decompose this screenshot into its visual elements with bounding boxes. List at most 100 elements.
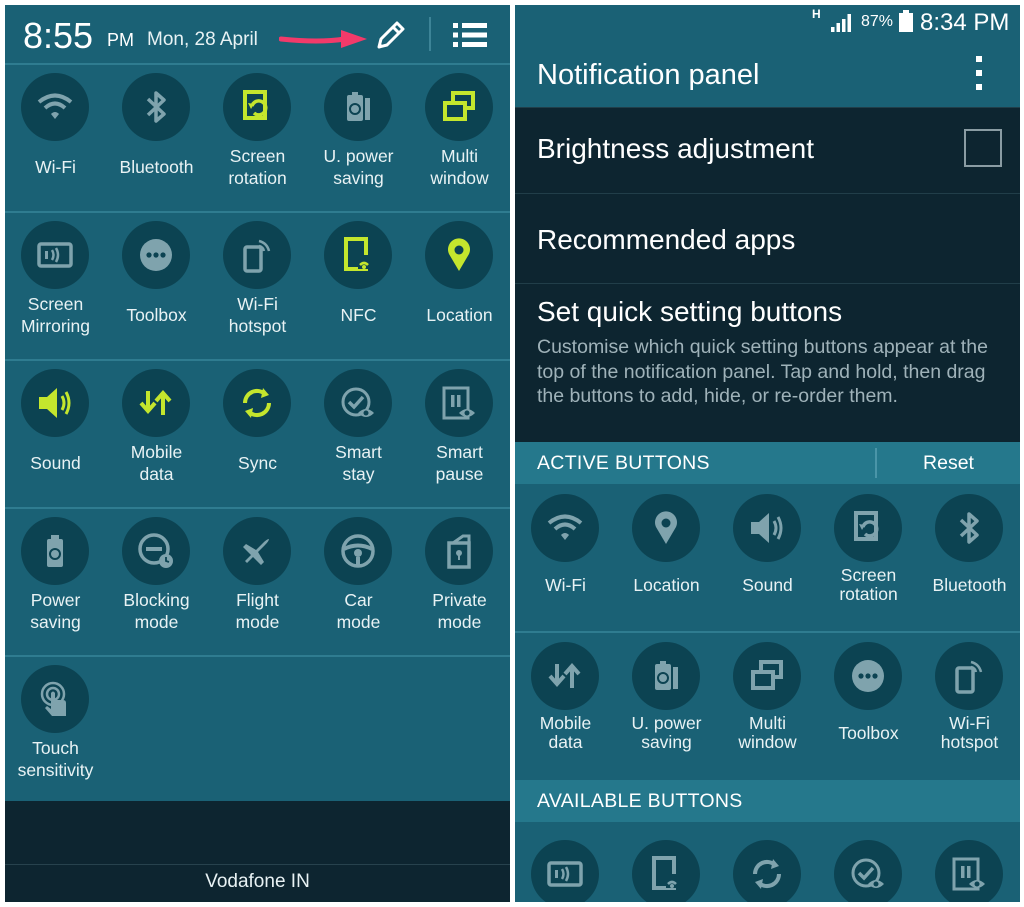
tile-wifi[interactable]: Wi-Fi (5, 65, 106, 211)
sound-icon (751, 513, 783, 543)
clock-time: 8:55 (23, 15, 94, 56)
active-tile-mobile-data[interactable]: Mobile data (515, 632, 616, 780)
more-options-icon[interactable] (975, 55, 983, 91)
tile-blocking-mode[interactable]: Blocking mode (106, 509, 207, 655)
available-tile-nfc[interactable] (616, 822, 717, 902)
tile-smart-stay[interactable]: Smart stay (308, 361, 409, 507)
tile-label: Bluetooth (119, 157, 194, 177)
tile-icon-circle (223, 221, 291, 289)
available-tile-screen-mirroring[interactable] (515, 822, 616, 902)
carrier-label: Vodafone IN (205, 871, 310, 892)
tile-mobile-data[interactable]: Mobile data (106, 361, 207, 507)
active-tile-wifi-hotspot[interactable]: Wi-Fi hotspot (919, 632, 1020, 780)
bluetooth-icon (959, 512, 979, 544)
notification-area: Vodafone IN (5, 801, 510, 902)
reset-button[interactable]: Reset (877, 452, 1020, 475)
toolbox-icon (852, 660, 884, 692)
tile-screen-rotation[interactable]: Screen rotation (207, 65, 308, 211)
active-buttons-row: Mobile data U. power saving Multi window Toolb… (515, 631, 1020, 780)
tile-icon-circle (122, 73, 190, 141)
tile-icon-circle (21, 665, 89, 733)
active-tile-bluetooth[interactable]: Bluetooth (919, 484, 1020, 632)
tile-touch-sensitivity[interactable]: Touch sensitivity (5, 657, 106, 803)
wifi-icon (37, 93, 73, 119)
active-tile-ultra-power-saving[interactable]: U. power saving (616, 632, 717, 780)
active-tile-toolbox[interactable]: Toolbox (818, 632, 919, 780)
tile-nfc[interactable]: NFC (308, 213, 409, 359)
quick-settings-panel: 8:55 PM Mon, 28 April Wi-Fi Bluetooth Scre… (5, 5, 510, 902)
quick-settings-row: Power saving Blocking mode Flight mode Car mode… (5, 507, 510, 653)
tile-icon-circle (834, 642, 902, 710)
tile-ultra-power-saving[interactable]: U. power saving (308, 65, 409, 211)
tile-label: Power saving (30, 590, 81, 632)
tile-icon-circle (324, 369, 392, 437)
brightness-adjustment-row[interactable]: Brightness adjustment (515, 107, 1020, 193)
tile-label: Wi-Fi hotspot (228, 294, 287, 336)
active-tile-wifi[interactable]: Wi-Fi (515, 484, 616, 632)
sync-icon (752, 859, 782, 889)
toolbox-icon (140, 239, 172, 271)
tile-smart-pause[interactable]: Smart pause (409, 361, 510, 507)
brightness-checkbox[interactable] (964, 129, 1002, 167)
tile-icon-circle (223, 517, 291, 585)
tile-icon-circle (733, 840, 801, 902)
tile-icon-circle (21, 517, 89, 585)
tile-label: Wi-Fi (545, 575, 586, 595)
active-tile-screen-rotation[interactable]: Screen rotation (818, 484, 919, 632)
recommended-apps-row[interactable]: Recommended apps (515, 193, 1020, 283)
tile-icon-circle (935, 494, 1003, 562)
tile-icon-circle (935, 642, 1003, 710)
available-tile-sync[interactable] (717, 822, 818, 902)
tile-power-saving[interactable]: Power saving (5, 509, 106, 655)
power-saving-icon (47, 535, 63, 567)
tile-label: Sound (742, 575, 793, 595)
active-tile-location[interactable]: Location (616, 484, 717, 632)
car-mode-icon (341, 534, 375, 568)
location-icon (448, 238, 470, 271)
tile-icon-circle (223, 369, 291, 437)
tile-label: Multi window (738, 713, 797, 752)
available-tile-smart-pause[interactable] (919, 822, 1020, 902)
tile-icon-circle (425, 73, 493, 141)
sound-icon (39, 388, 71, 418)
tile-label: Bluetooth (932, 575, 1007, 595)
signal-icon (831, 14, 851, 32)
tile-flight-mode[interactable]: Flight mode (207, 509, 308, 655)
tile-icon-circle (425, 369, 493, 437)
smart-stay-icon (851, 858, 884, 888)
tile-private-mode[interactable]: Private mode (409, 509, 510, 655)
available-tile-smart-stay[interactable] (818, 822, 919, 902)
active-tile-multi-window[interactable]: Multi window (717, 632, 818, 780)
list-menu-icon[interactable] (451, 20, 489, 50)
tile-sound[interactable]: Sound (5, 361, 106, 507)
status-header: 8:55 PM Mon, 28 April (5, 5, 510, 65)
tile-wifi-hotspot[interactable]: Wi-Fi hotspot (207, 213, 308, 359)
mobile-data-icon (139, 389, 172, 415)
tile-icon-circle (425, 221, 493, 289)
private-mode-icon (447, 534, 471, 569)
tile-icon-circle (122, 369, 190, 437)
carrier-divider (5, 864, 510, 865)
edit-pencil-icon[interactable] (371, 17, 409, 55)
active-tile-sound[interactable]: Sound (717, 484, 818, 632)
recommended-apps-label: Recommended apps (537, 224, 796, 255)
tile-toolbox[interactable]: Toolbox (106, 213, 207, 359)
tile-car-mode[interactable]: Car mode (308, 509, 409, 655)
ultra-power-saving-icon (655, 661, 678, 690)
tile-label: Toolbox (126, 305, 187, 325)
network-type: H (812, 7, 821, 21)
tile-icon-circle (531, 494, 599, 562)
tile-location[interactable]: Location (409, 213, 510, 359)
tile-screen-mirroring[interactable]: Screen Mirroring (5, 213, 106, 359)
tile-label: Touch sensitivity (17, 738, 94, 780)
tile-bluetooth[interactable]: Bluetooth (106, 65, 207, 211)
tile-sync[interactable]: Sync (207, 361, 308, 507)
tile-multi-window[interactable]: Multi window (409, 65, 510, 211)
tile-label: Mobile data (130, 442, 183, 484)
tile-label: Sound (30, 453, 81, 473)
quick-settings-row: Touch sensitivity (5, 655, 510, 801)
multi-window-icon (443, 91, 475, 121)
location-icon (655, 511, 677, 544)
tile-icon-circle (531, 642, 599, 710)
tile-label: Location (633, 575, 700, 595)
